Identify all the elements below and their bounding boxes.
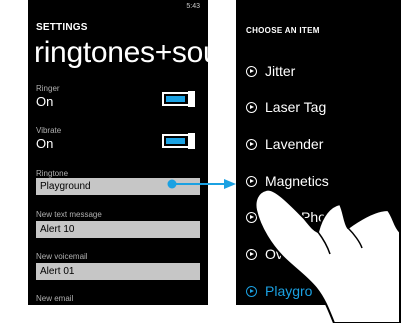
vibrate-caption: Vibrate (36, 126, 62, 135)
connector-arrow-icon (167, 179, 236, 189)
new-email-caption: New email (36, 294, 74, 303)
play-icon (246, 138, 257, 150)
list-item-lavender[interactable]: Lavender (246, 133, 323, 155)
choose-item-header: CHOOSE AN ITEM (246, 26, 320, 35)
new-voicemail-picker[interactable]: Alert 01 (36, 263, 200, 280)
vibrate-toggle[interactable] (162, 133, 195, 149)
new-text-message-picker[interactable]: Alert 10 (36, 221, 200, 238)
vibrate-value: On (36, 136, 54, 151)
settings-screen: 5:43 SETTINGS ringtones+sounds Ringer On… (28, 0, 208, 305)
hand-pointer-icon (254, 188, 401, 323)
vibrate-toggle-fill (166, 138, 185, 144)
play-icon (246, 65, 257, 77)
list-item-laser-tag[interactable]: Laser Tag (246, 96, 326, 118)
list-item-label: Lavender (265, 136, 324, 152)
ringer-toggle[interactable] (162, 91, 195, 107)
ringer-toggle-fill (166, 96, 185, 102)
ringer-caption: Ringer (36, 84, 60, 93)
ringtone-caption: Ringtone (36, 169, 69, 178)
play-icon (246, 101, 257, 113)
vibrate-toggle-knob (188, 133, 195, 149)
status-time: 5:43 (186, 3, 200, 10)
new-voicemail-caption: New voicemail (36, 252, 88, 261)
list-item-label: Laser Tag (265, 99, 327, 115)
ringer-value: On (36, 94, 54, 109)
list-item-label: Magnetics (265, 173, 329, 189)
play-icon (246, 175, 257, 187)
new-text-message-caption: New text message (36, 210, 102, 219)
page-title: ringtones+sounds (34, 36, 208, 69)
list-item-label: Jitter (265, 63, 296, 79)
ringer-toggle-knob (188, 91, 195, 107)
settings-section-label: SETTINGS (36, 22, 88, 33)
list-item-jitter[interactable]: Jitter (246, 60, 295, 82)
